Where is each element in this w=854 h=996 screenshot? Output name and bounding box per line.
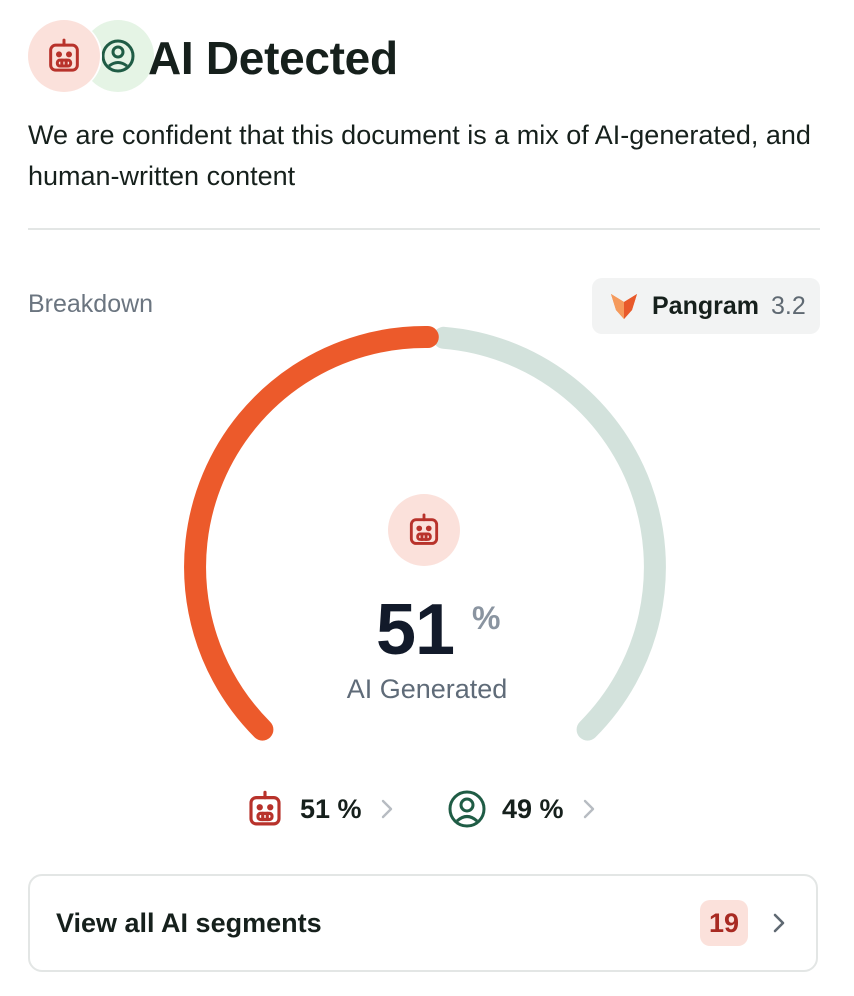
model-badge: Pangram 3.2 [592,278,820,334]
detection-status-icons [28,18,154,94]
result-description: We are confident that this document is a… [28,120,811,191]
view-ai-segments-label: View all AI segments [56,907,322,938]
ai-percentage-label: AI Generated [346,674,508,704]
page-title: AI Detected [148,32,398,84]
ai-percentage-value: 51 [376,590,455,670]
ai-share-button[interactable]: 51 % [244,786,394,832]
chevron-right-icon [583,799,594,819]
gauge-human-arc [432,326,666,741]
robot-icon [249,790,281,826]
chevron-right-icon [381,799,392,819]
ai-percentage-symbol: % [472,600,501,636]
model-version: 3.2 [770,291,806,320]
robot-icon [409,513,439,545]
human-share-button[interactable]: 49 % [446,786,596,832]
divider [28,228,820,230]
fox-icon [611,294,637,319]
ai-share-value: 51 % [300,793,362,824]
human-share-value: 49 % [502,793,564,824]
user-circle-icon [448,790,486,828]
robot-icon [49,38,79,72]
gauge-ai-badge [388,494,460,566]
view-ai-segments-button[interactable]: View all AI segments 19 [28,874,818,972]
model-name: Pangram [652,291,759,320]
breakdown-label: Breakdown [28,290,154,318]
ai-badge [28,20,100,92]
ai-segments-count-badge: 19 [700,900,748,946]
chevron-right-icon [773,913,785,933]
